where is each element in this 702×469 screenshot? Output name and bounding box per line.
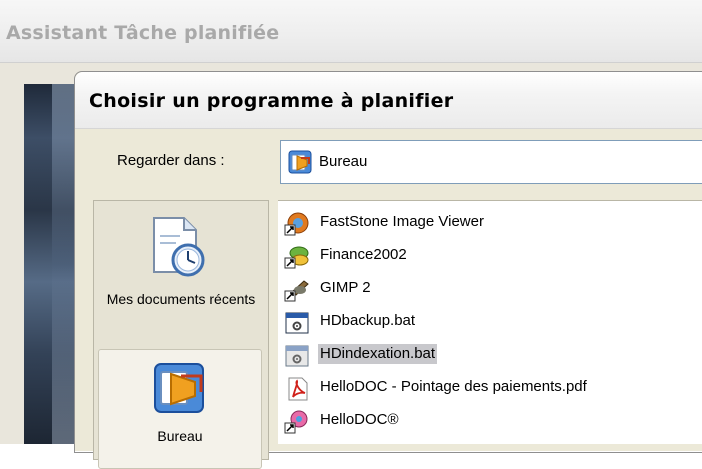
file-name: FastStone Image Viewer: [320, 213, 484, 230]
look-in-dropdown[interactable]: Bureau: [280, 140, 702, 184]
look-in-value: Bureau: [319, 153, 368, 170]
place-recent-label: Mes documents récents: [106, 291, 256, 307]
wizard-side-image: [24, 84, 78, 444]
dialog-title: Choisir un programme à planifier: [89, 90, 454, 112]
finance-shortcut-icon: [284, 245, 310, 273]
wizard-title: Assistant Tâche planifiée: [6, 22, 280, 44]
pdf-file-icon: [284, 377, 310, 405]
wizard-title-bar: Assistant Tâche planifiée: [0, 0, 702, 63]
recent-documents-icon: [150, 216, 208, 282]
file-name: GIMP 2: [320, 279, 371, 296]
places-bar: Mes documents récents Bureau: [93, 200, 269, 469]
dialog-title-bar[interactable]: Choisir un programme à planifier: [75, 72, 702, 129]
file-name: HelloDOC®: [320, 411, 399, 428]
faststone-shortcut-icon: [284, 212, 310, 240]
desktop-icon: [151, 360, 209, 422]
place-desktop[interactable]: Bureau: [98, 349, 262, 469]
batch-file-icon: [284, 311, 310, 339]
file-name: HelloDOC - Pointage des paiements.pdf: [320, 378, 587, 395]
place-recent-documents[interactable]: Mes documents récents: [94, 201, 268, 341]
file-name: Finance2002: [320, 246, 407, 263]
file-name: HDindexation.bat: [318, 344, 438, 364]
desktop-icon: [288, 150, 312, 178]
hellodoc-shortcut-icon: [284, 410, 310, 438]
place-desktop-label: Bureau: [157, 428, 203, 444]
file-name: HDbackup.bat: [320, 312, 416, 329]
batch-file-icon: [284, 344, 310, 372]
look-in-label: Regarder dans :: [117, 152, 225, 169]
file-list: FastStone Image Viewer Finance2002 GIMP …: [278, 200, 702, 444]
gimp-shortcut-icon: [284, 278, 310, 306]
